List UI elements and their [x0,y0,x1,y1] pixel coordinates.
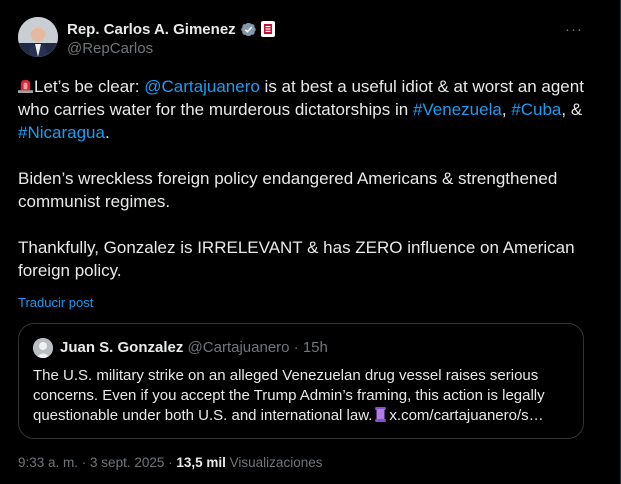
meta-separator: · [164,455,177,470]
quoted-header: Juan S. Gonzalez @Cartajuanero · 15h [60,338,328,358]
quoted-author-handle[interactable]: @Cartajuanero [188,339,290,356]
translate-post-link[interactable]: Traducir post [18,295,93,310]
author-handle[interactable]: @RepCarlos [67,40,275,57]
post-text-segment: . [104,123,110,142]
scroll-emoji-icon [375,407,387,422]
quoted-text: The U.S. military strike on an alleged V… [33,366,573,426]
quoted-separator: · [289,339,303,356]
post-date[interactable]: 3 sept. 2025 [90,455,164,470]
quoted-avatar-image [33,338,53,358]
post-text-segment: , [501,100,512,119]
quoted-link[interactable]: x.com/cartajuanero/s… [389,407,543,424]
verified-badge-icon[interactable] [240,21,257,38]
post-paragraph-2: Biden’s wreckless foreign policy endange… [18,169,558,211]
hashtag-cuba-link[interactable]: #Cuba [511,100,561,119]
author-block: Rep. Carlos A. Gimenez @RepCarlos [67,19,275,57]
mention-link[interactable]: @Cartajuanero [144,77,260,96]
post-text-segment: Let’s be clear: [34,77,145,96]
post-text: Let’s be clear: @Cartajuanero is at best… [18,75,608,282]
quoted-time[interactable]: 15h [303,339,328,356]
post-text-segment: , & [561,100,583,119]
post-paragraph-3: Thankfully, Gonzalez is IRRELEVANT & has… [18,238,575,280]
views-label: Visualizaciones [229,455,323,470]
author-avatar[interactable] [18,17,58,57]
quoted-post[interactable]: Juan S. Gonzalez @Cartajuanero · 15h The… [18,323,584,439]
more-options-button[interactable]: ··· [564,20,584,40]
author-display-name[interactable]: Rep. Carlos A. Gimenez [67,21,236,38]
hashtag-nicaragua-link[interactable]: #Nicaragua [18,123,105,142]
author-name-row: Rep. Carlos A. Gimenez [67,19,275,39]
quoted-author-name[interactable]: Juan S. Gonzalez [60,339,183,356]
congress-affiliation-icon[interactable] [260,21,275,37]
hashtag-venezuela-link[interactable]: #Venezuela [413,100,502,119]
quoted-author-avatar[interactable] [33,338,53,358]
post-paragraph-1: Let’s be clear: @Cartajuanero is at best… [18,75,608,144]
post-time[interactable]: 9:33 a. m. [18,455,78,470]
post-meta: 9:33 a. m. · 3 sept. 2025 · 13,5 mil Vis… [18,455,322,470]
tweet: Rep. Carlos A. Gimenez @RepCarlos ··· Le… [0,0,621,484]
views-count: 13,5 mil [176,455,226,470]
meta-separator: · [78,455,91,470]
rotating-light-emoji-icon [18,76,33,93]
avatar-image [18,17,58,57]
